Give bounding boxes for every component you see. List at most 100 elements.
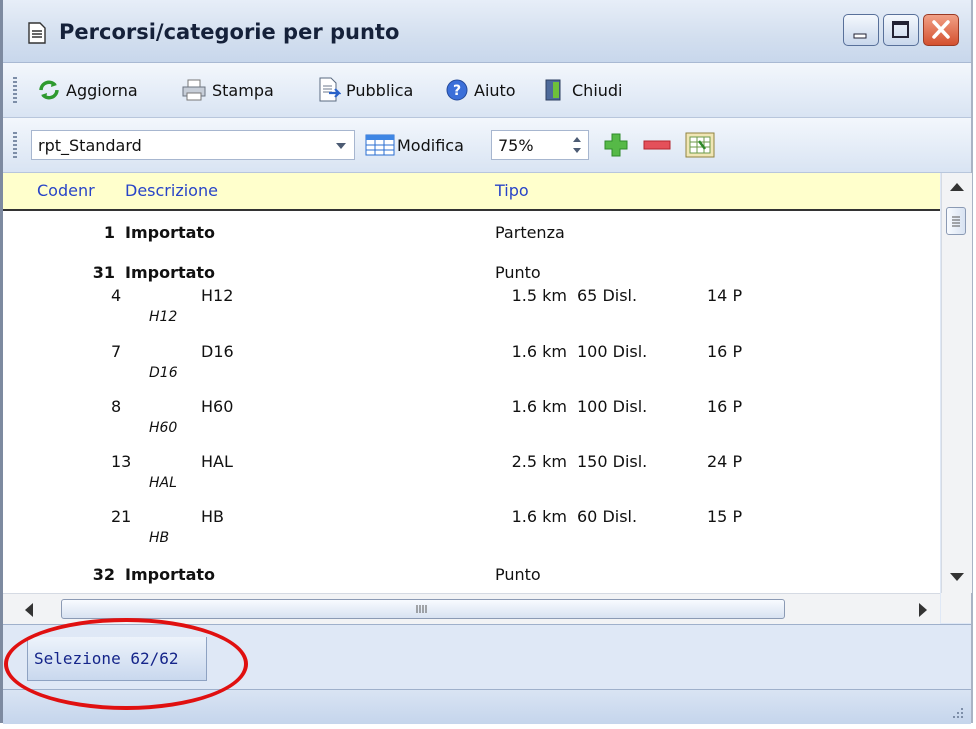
course-climb: 100 Disl. <box>577 342 648 361</box>
refresh-label: Aggiorna <box>66 80 138 100</box>
course-controls: 24 P <box>707 452 743 471</box>
horizontal-scrollbar[interactable] <box>3 593 940 624</box>
course-name: D16 <box>149 365 178 381</box>
horizontal-scroll-thumb[interactable] <box>61 599 785 619</box>
report-preview[interactable]: Codenr Descrizione Tipo 1 Importato Part… <box>3 173 940 593</box>
course-controls: 16 P <box>707 342 743 361</box>
selection-tab-label: Selezione 62/62 <box>34 649 179 668</box>
minimize-icon <box>853 33 867 39</box>
main-toolbar: Aggiorna Stampa Pubblica ? Aiuto Chiudi <box>3 63 971 118</box>
scroll-right-arrow-icon[interactable] <box>917 602 929 618</box>
zoom-out-button[interactable] <box>643 132 671 158</box>
help-icon: ? <box>446 79 468 101</box>
report-template-value: rpt_Standard <box>38 136 142 155</box>
group-code: 1 <box>103 223 115 242</box>
status-bar <box>3 689 971 724</box>
table-edit-icon <box>365 134 395 156</box>
course-name: HB <box>149 530 170 546</box>
header-code: Codenr <box>37 181 95 200</box>
close-button[interactable]: Chiudi <box>543 77 623 103</box>
close-window-button[interactable] <box>923 14 959 46</box>
toolbar-grip-2[interactable] <box>13 132 17 158</box>
close-label: Chiudi <box>572 80 623 100</box>
print-label: Stampa <box>212 80 274 100</box>
edit-label: Modifica <box>397 135 464 155</box>
report-window: Percorsi/categorie per punto Aggiorna St… <box>0 0 973 724</box>
course-name: HAL <box>149 475 177 491</box>
group-code: 32 <box>92 565 115 584</box>
title-bar[interactable]: Percorsi/categorie per punto <box>3 0 971 63</box>
selection-tab-strip: Selezione 62/62 <box>3 624 971 689</box>
course-code: D16 <box>201 342 234 361</box>
printer-icon <box>182 79 206 101</box>
group-type: Punto <box>495 565 541 584</box>
header-description: Descrizione <box>125 181 218 200</box>
zoom-stepper[interactable]: 75% <box>491 130 589 160</box>
toolbar-grip[interactable] <box>13 77 17 103</box>
course-length: 1.5 km <box>511 286 567 305</box>
course-length: 1.6 km <box>511 507 567 526</box>
minimize-button[interactable] <box>843 14 879 46</box>
zoom-in-button[interactable] <box>603 132 629 158</box>
header-type: Tipo <box>495 181 529 200</box>
window-title: Percorsi/categorie per punto <box>59 20 400 44</box>
minus-icon <box>643 140 671 150</box>
spinner-arrows-icon[interactable] <box>572 135 582 155</box>
refresh-button[interactable]: Aggiorna <box>37 77 138 103</box>
group-description: Importato <box>125 565 216 584</box>
resize-grip-icon[interactable] <box>949 704 965 720</box>
publish-button[interactable]: Pubblica <box>317 77 413 103</box>
course-climb: 150 Disl. <box>577 452 648 471</box>
spreadsheet-icon <box>685 132 715 158</box>
scroll-down-arrow-icon[interactable] <box>949 571 965 583</box>
help-button[interactable]: ? Aiuto <box>445 77 516 103</box>
group-type: Punto <box>495 263 541 282</box>
course-number: 4 <box>111 286 122 305</box>
close-icon <box>932 20 950 39</box>
scroll-left-arrow-icon[interactable] <box>23 602 35 618</box>
chevron-down-icon[interactable] <box>336 143 346 149</box>
course-number: 8 <box>111 397 122 416</box>
export-excel-button[interactable] <box>685 132 715 158</box>
maximize-icon <box>892 21 909 38</box>
scroll-up-arrow-icon[interactable] <box>949 181 965 193</box>
vertical-scroll-thumb[interactable] <box>946 207 966 235</box>
course-code: H12 <box>201 286 234 305</box>
group-description: Importato <box>125 263 216 282</box>
course-length: 2.5 km <box>511 452 567 471</box>
course-controls: 15 P <box>707 507 743 526</box>
publish-icon <box>319 77 341 102</box>
group-description: Importato <box>125 223 216 242</box>
edit-button[interactable]: Modifica <box>365 132 464 158</box>
course-number: 13 <box>111 452 132 471</box>
course-controls: 16 P <box>707 397 743 416</box>
course-length: 1.6 km <box>511 342 567 361</box>
course-number: 7 <box>111 342 122 361</box>
vertical-scrollbar[interactable] <box>941 173 972 593</box>
course-code: H60 <box>201 397 234 416</box>
publish-label: Pubblica <box>346 80 414 100</box>
report-template-select[interactable]: rpt_Standard <box>31 130 355 160</box>
document-icon <box>28 22 46 44</box>
course-code: HAL <box>201 452 233 471</box>
refresh-icon <box>39 80 59 100</box>
scroll-corner <box>941 593 971 623</box>
plus-icon <box>604 133 628 157</box>
course-length: 1.6 km <box>511 397 567 416</box>
group-code: 31 <box>92 263 115 282</box>
svg-text:?: ? <box>453 83 461 99</box>
maximize-button[interactable] <box>883 14 919 46</box>
print-button[interactable]: Stampa <box>181 77 274 103</box>
course-number: 21 <box>111 507 132 526</box>
help-label: Aiuto <box>474 80 516 100</box>
course-climb: 100 Disl. <box>577 397 648 416</box>
grip-lines-icon <box>952 216 960 227</box>
course-name: H60 <box>149 420 178 436</box>
zoom-value: 75% <box>498 136 534 155</box>
report-toolbar: rpt_Standard Modifica 75% <box>3 118 971 173</box>
exit-door-icon <box>545 79 561 101</box>
course-climb: 60 Disl. <box>577 507 638 526</box>
selection-tab[interactable]: Selezione 62/62 <box>27 637 207 681</box>
course-name: H12 <box>149 309 178 325</box>
course-climb: 65 Disl. <box>577 286 638 305</box>
